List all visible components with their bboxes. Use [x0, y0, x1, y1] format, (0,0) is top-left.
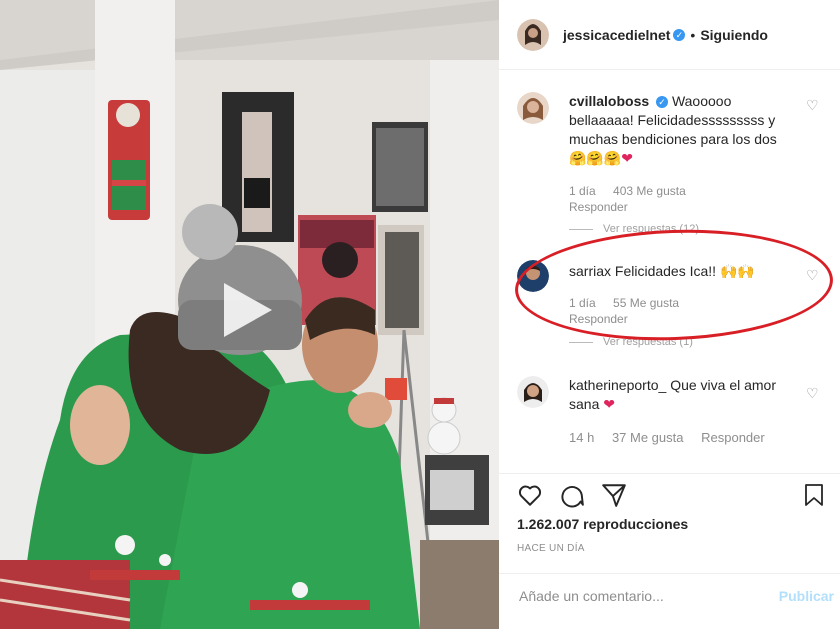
comment-text: katherineporto_ Que viva el amor sana ❤	[569, 376, 796, 414]
comment-age: 1 día	[569, 184, 596, 198]
author-username[interactable]: jessicacedielnet	[563, 27, 670, 43]
comment-meta: 14 h 37 Me gusta Responder	[569, 430, 779, 445]
reply-button[interactable]: Responder	[569, 312, 628, 326]
like-comment-heart-icon[interactable]: ♡	[806, 268, 820, 282]
comment-emojis: 🙌🙌	[719, 263, 755, 279]
commenter-avatar[interactable]	[517, 92, 549, 124]
comment-item: sarriax Felicidades Ica!! 🙌🙌 ♡ 1 día 55 …	[517, 260, 826, 360]
comment-body: Felicidades Ica!!	[614, 263, 717, 279]
bookmark-icon[interactable]	[802, 482, 826, 508]
verified-badge-icon: ✓	[656, 96, 669, 109]
comment-meta: 1 día 55 Me gusta	[569, 296, 693, 310]
action-icons	[515, 482, 826, 510]
comment-input[interactable]	[517, 587, 761, 605]
view-replies-button[interactable]: Ver respuestas (1)	[569, 336, 693, 348]
comment-icon[interactable]	[559, 482, 585, 508]
comment-likes[interactable]: 403 Me gusta	[613, 184, 686, 198]
comment-meta: 1 día 403 Me gusta	[569, 184, 700, 198]
comment-username[interactable]: cvillaloboss	[569, 93, 649, 109]
reply-button[interactable]: Responder	[569, 200, 628, 214]
comment-age: 1 día	[569, 296, 596, 310]
comment-text: cvillaloboss ✓ Waooooo bellaaaaa! Felici…	[569, 92, 796, 168]
heart-emoji: ❤	[603, 396, 615, 412]
comment-emojis: 🤗🤗🤗	[569, 150, 622, 166]
comment-item: cvillaloboss ✓ Waooooo bellaaaaa! Felici…	[517, 92, 826, 242]
play-triangle	[224, 283, 272, 337]
add-comment-bar: Publicar	[499, 573, 840, 630]
christmas-ornament	[108, 100, 150, 220]
post-time: HACE UN DÍA	[517, 543, 585, 554]
play-icon[interactable]	[210, 275, 280, 345]
comments-list: cvillaloboss ✓ Waooooo bellaaaaa! Felici…	[499, 78, 840, 473]
comment-username[interactable]: sarriax	[569, 263, 611, 279]
comment-likes[interactable]: 37 Me gusta	[612, 430, 684, 445]
view-replies-button[interactable]: Ver respuestas (12)	[569, 223, 699, 235]
publish-button[interactable]: Publicar	[779, 588, 834, 604]
comment-username[interactable]: katherineporto_	[569, 377, 666, 393]
commenter-avatar[interactable]	[517, 376, 549, 408]
comment-text: sarriax Felicidades Ica!! 🙌🙌	[569, 262, 796, 281]
verified-badge-icon: ✓	[673, 28, 686, 41]
commenter-avatar[interactable]	[517, 260, 549, 292]
share-icon[interactable]	[601, 482, 627, 508]
post-panel: jessicacedielnet ✓ • Siguiendo cvillalob…	[499, 0, 840, 629]
comment-age: 14 h	[569, 430, 595, 445]
reply-button[interactable]: Responder	[701, 430, 765, 445]
post-actions: 1.262.007 reproducciones HACE UN DÍA	[499, 473, 840, 584]
like-comment-heart-icon[interactable]: ♡	[806, 98, 820, 112]
follow-status-button[interactable]: Siguiendo	[700, 27, 768, 43]
video-player[interactable]	[0, 0, 499, 629]
heart-emoji: ❤	[621, 150, 634, 166]
post-header: jessicacedielnet ✓ • Siguiendo	[499, 0, 840, 70]
view-count[interactable]: 1.262.007 reproducciones	[517, 516, 688, 532]
separator-dot: •	[690, 26, 696, 43]
heart-icon[interactable]	[517, 482, 543, 508]
comment-likes[interactable]: 55 Me gusta	[613, 296, 679, 310]
author-avatar[interactable]	[517, 18, 549, 51]
like-comment-heart-icon[interactable]: ♡	[806, 386, 820, 400]
comment-item: katherineporto_ Que viva el amor sana ❤ …	[517, 376, 826, 466]
